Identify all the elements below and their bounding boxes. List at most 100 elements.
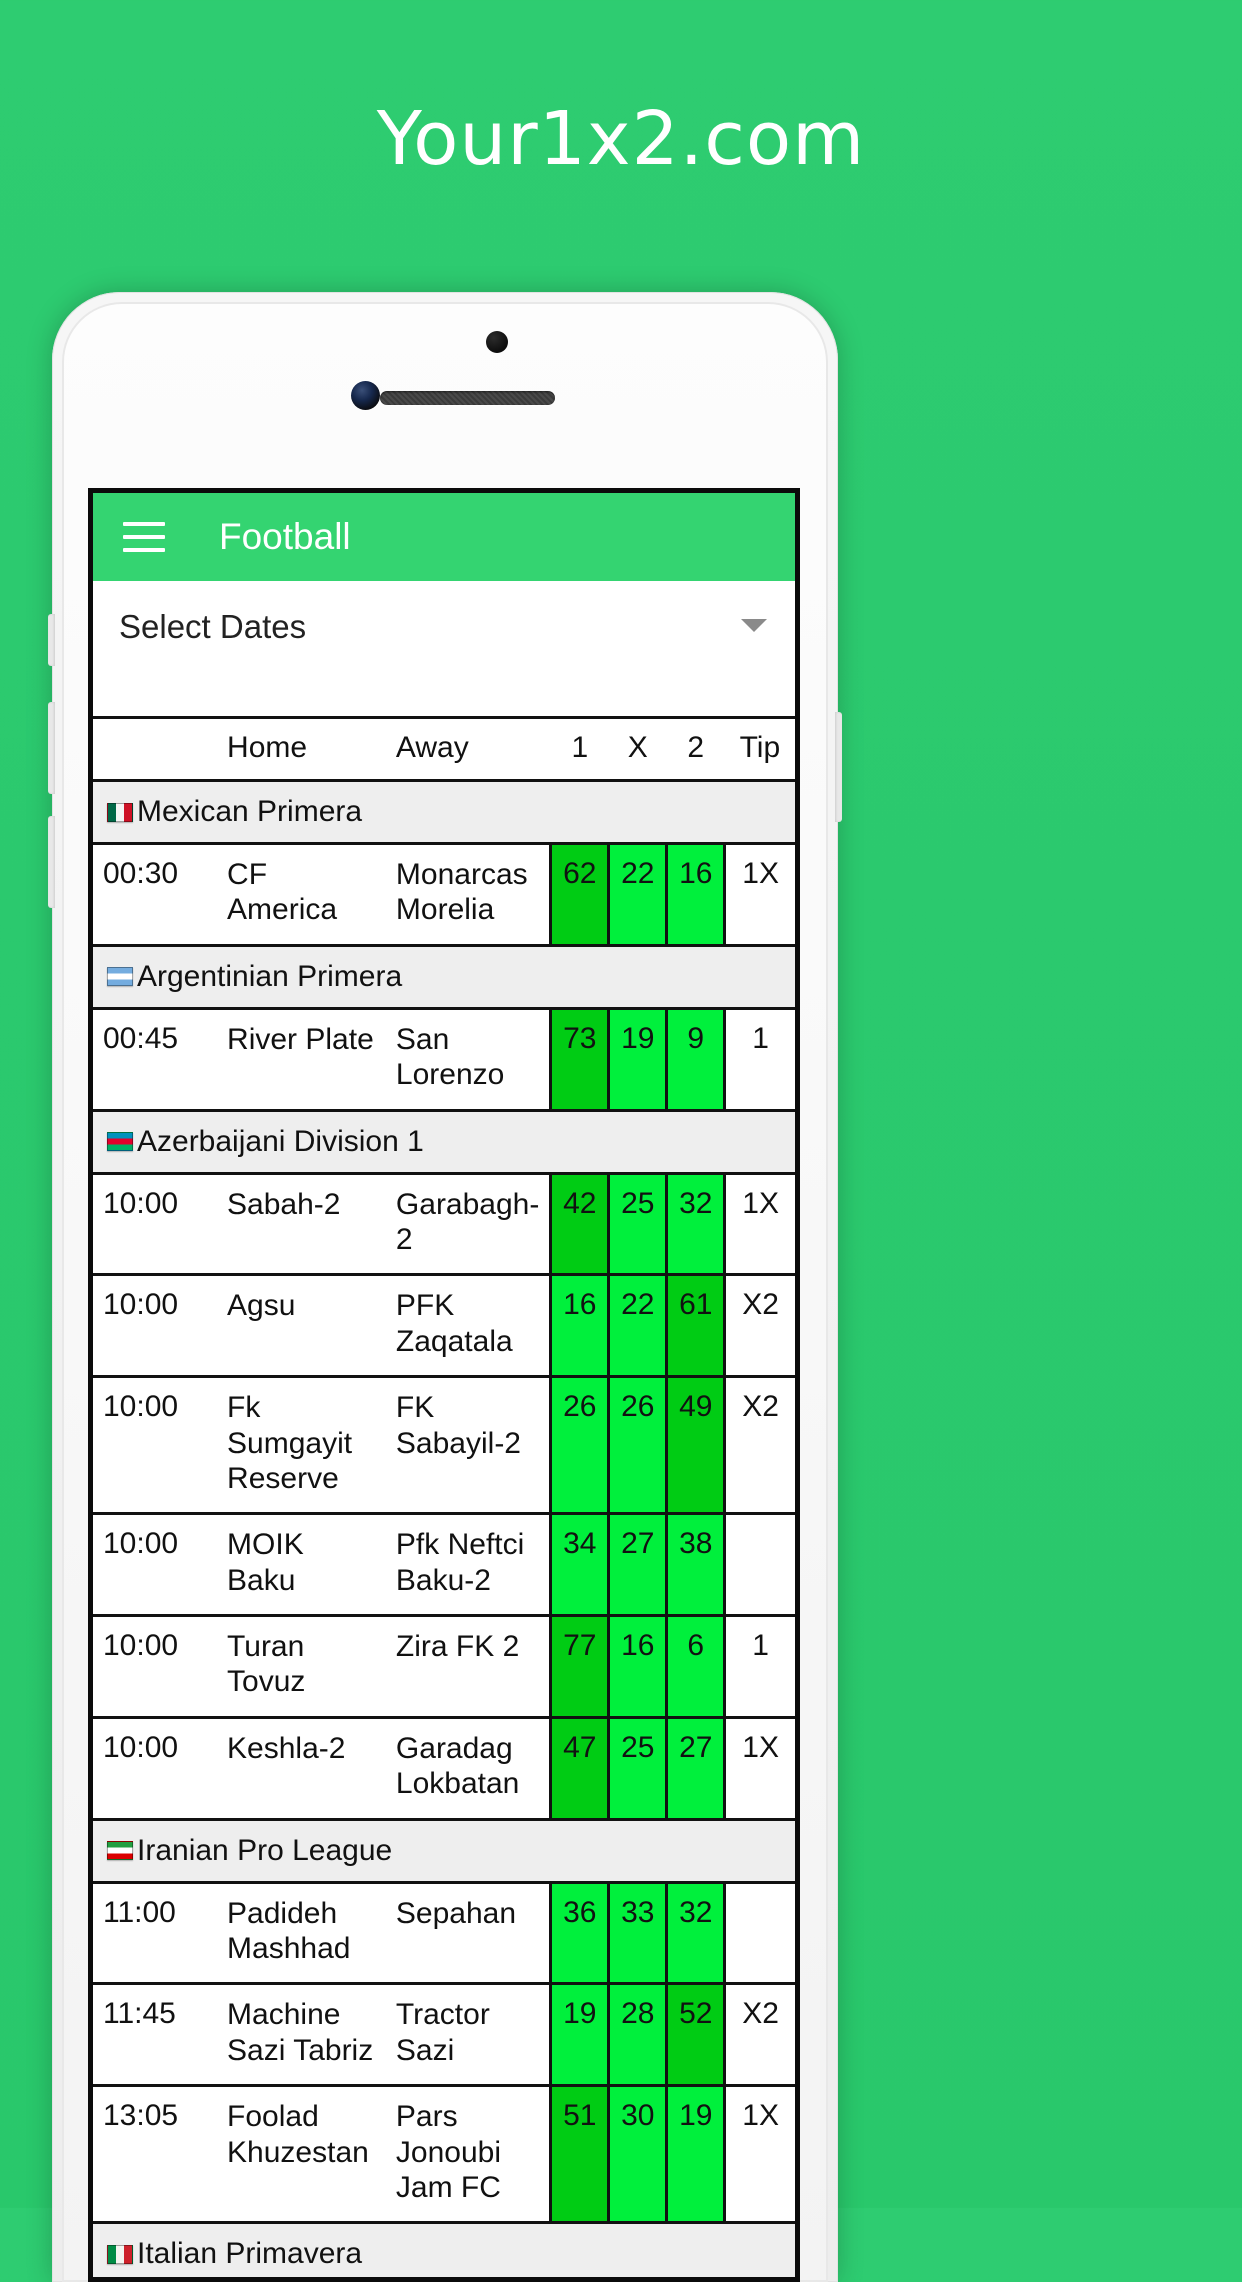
home-team-name: Keshla-2 (213, 1717, 382, 1819)
odds-cell-1: 36 (551, 1882, 609, 1984)
table-row[interactable]: 00:30CF AmericaMonarcas Morelia6222161X (93, 844, 795, 946)
column-header-2: 2 (667, 718, 725, 781)
away-team-name: Monarcas Morelia (382, 844, 551, 946)
home-team-name: Machine Sazi Tabriz (213, 1984, 382, 2086)
odds-cell-1: 51 (551, 2086, 609, 2223)
odds-cell-1: 47 (551, 1717, 609, 1819)
league-header-cell: Italian Primavera (93, 2223, 795, 2282)
promo-title: Your1x2.com (0, 96, 1242, 182)
away-team-name: Zira FK 2 (382, 1616, 551, 1718)
table-row[interactable]: 10:00MOIK BakuPfk Neftci Baku-2342738 (93, 1514, 795, 1616)
tip-cell (725, 1882, 795, 1984)
country-flag-icon (107, 2245, 133, 2264)
tip-cell: 1X (725, 844, 795, 946)
tip-cell: 1X (725, 1717, 795, 1819)
home-team-name: Turan Tovuz (213, 1616, 382, 1718)
odds-cell-1: 34 (551, 1514, 609, 1616)
select-dates-spacer (93, 674, 795, 716)
league-name: Iranian Pro League (137, 1834, 392, 1868)
odds-cell-2: 52 (667, 1984, 725, 2086)
league-header-row: Azerbaijani Division 1 (93, 1110, 795, 1173)
away-team-name: San Lorenzo (382, 1008, 551, 1110)
country-flag-icon (107, 967, 133, 986)
away-team-name: Pfk Neftci Baku-2 (382, 1514, 551, 1616)
table-row[interactable]: 00:45River PlateSan Lorenzo731991 (93, 1008, 795, 1110)
column-header-time (93, 718, 213, 781)
odds-cell-1: 73 (551, 1008, 609, 1110)
odds-cell-x: 22 (609, 844, 667, 946)
odds-cell-2: 49 (667, 1377, 725, 1514)
league-header-row: Iranian Pro League (93, 1819, 795, 1882)
league-name: Italian Primavera (137, 2237, 362, 2271)
select-dates-dropdown[interactable]: Select Dates (93, 581, 795, 674)
table-row[interactable]: 11:45Machine Sazi TabrizTractor Sazi1928… (93, 1984, 795, 2086)
tip-cell: X2 (725, 1377, 795, 1514)
country-flag-icon (107, 1841, 133, 1860)
match-time: 10:00 (93, 1514, 213, 1616)
odds-cell-2: 61 (667, 1275, 725, 1377)
table-row[interactable]: 10:00Fk Sumgayit ReserveFK Sabayil-22626… (93, 1377, 795, 1514)
league-header-cell: Argentinian Primera (93, 945, 795, 1008)
league-name: Mexican Primera (137, 795, 362, 829)
away-team-name: FK Sabayil-2 (382, 1377, 551, 1514)
power-button (835, 712, 842, 822)
odds-cell-x: 19 (609, 1008, 667, 1110)
table-row[interactable]: 10:00AgsuPFK Zaqatala162261X2 (93, 1275, 795, 1377)
odds-cell-1: 16 (551, 1275, 609, 1377)
odds-cell-x: 16 (609, 1616, 667, 1718)
odds-cell-1: 26 (551, 1377, 609, 1514)
away-team-name: Pars Jonoubi Jam FC (382, 2086, 551, 2223)
table-row[interactable]: 10:00Keshla-2Garadag Lokbatan4725271X (93, 1717, 795, 1819)
home-team-name: Padideh Mashhad (213, 1882, 382, 1984)
column-header-away: Away (382, 718, 551, 781)
odds-cell-1: 19 (551, 1984, 609, 2086)
table-row[interactable]: 10:00Sabah-2Garabagh-24225321X (93, 1173, 795, 1275)
home-team-name: Agsu (213, 1275, 382, 1377)
tip-cell (725, 1514, 795, 1616)
league-header-cell: Azerbaijani Division 1 (93, 1110, 795, 1173)
country-flag-icon (107, 1132, 133, 1151)
tip-cell: X2 (725, 1984, 795, 2086)
match-time: 10:00 (93, 1616, 213, 1718)
away-team-name: PFK Zaqatala (382, 1275, 551, 1377)
league-header-row: Mexican Primera (93, 781, 795, 844)
column-header-x: X (609, 718, 667, 781)
column-header-tip: Tip (725, 718, 795, 781)
odds-cell-x: 26 (609, 1377, 667, 1514)
match-time: 10:00 (93, 1173, 213, 1275)
home-team-name: CF America (213, 844, 382, 946)
away-team-name: Garadag Lokbatan (382, 1717, 551, 1819)
odds-cell-2: 9 (667, 1008, 725, 1110)
match-time: 11:45 (93, 1984, 213, 2086)
volume-down-button (48, 816, 55, 908)
match-time: 10:00 (93, 1377, 213, 1514)
matches-body: Mexican Primera 00:30CF AmericaMonarcas M… (93, 781, 795, 2282)
chevron-down-icon[interactable] (741, 619, 767, 632)
table-row[interactable]: 11:00Padideh MashhadSepahan363332 (93, 1882, 795, 1984)
app-bar: Football (93, 493, 795, 581)
league-header-row: Italian Primavera (93, 2223, 795, 2282)
odds-cell-x: 27 (609, 1514, 667, 1616)
front-camera-icon (351, 381, 380, 410)
odds-cell-2: 38 (667, 1514, 725, 1616)
match-time: 13:05 (93, 2086, 213, 2223)
odds-cell-x: 25 (609, 1173, 667, 1275)
tip-cell: 1X (725, 2086, 795, 2223)
home-team-name: MOIK Baku (213, 1514, 382, 1616)
tip-cell: X2 (725, 1275, 795, 1377)
league-name: Argentinian Primera (137, 960, 402, 994)
table-header: Home Away 1 X 2 Tip (93, 718, 795, 781)
home-team-name: Sabah-2 (213, 1173, 382, 1275)
matches-table: Home Away 1 X 2 Tip Mexican Primera 00:30… (93, 716, 795, 2282)
match-time: 00:45 (93, 1008, 213, 1110)
league-header-row: Argentinian Primera (93, 945, 795, 1008)
home-team-name: River Plate (213, 1008, 382, 1110)
match-time: 00:30 (93, 844, 213, 946)
hamburger-menu-icon[interactable] (123, 522, 165, 552)
volume-up-button (48, 702, 55, 794)
odds-cell-1: 42 (551, 1173, 609, 1275)
odds-cell-1: 77 (551, 1616, 609, 1718)
table-row[interactable]: 10:00Turan TovuzZira FK 2771661 (93, 1616, 795, 1718)
league-name: Azerbaijani Division 1 (137, 1125, 424, 1159)
table-row[interactable]: 13:05Foolad KhuzestanPars Jonoubi Jam FC… (93, 2086, 795, 2223)
